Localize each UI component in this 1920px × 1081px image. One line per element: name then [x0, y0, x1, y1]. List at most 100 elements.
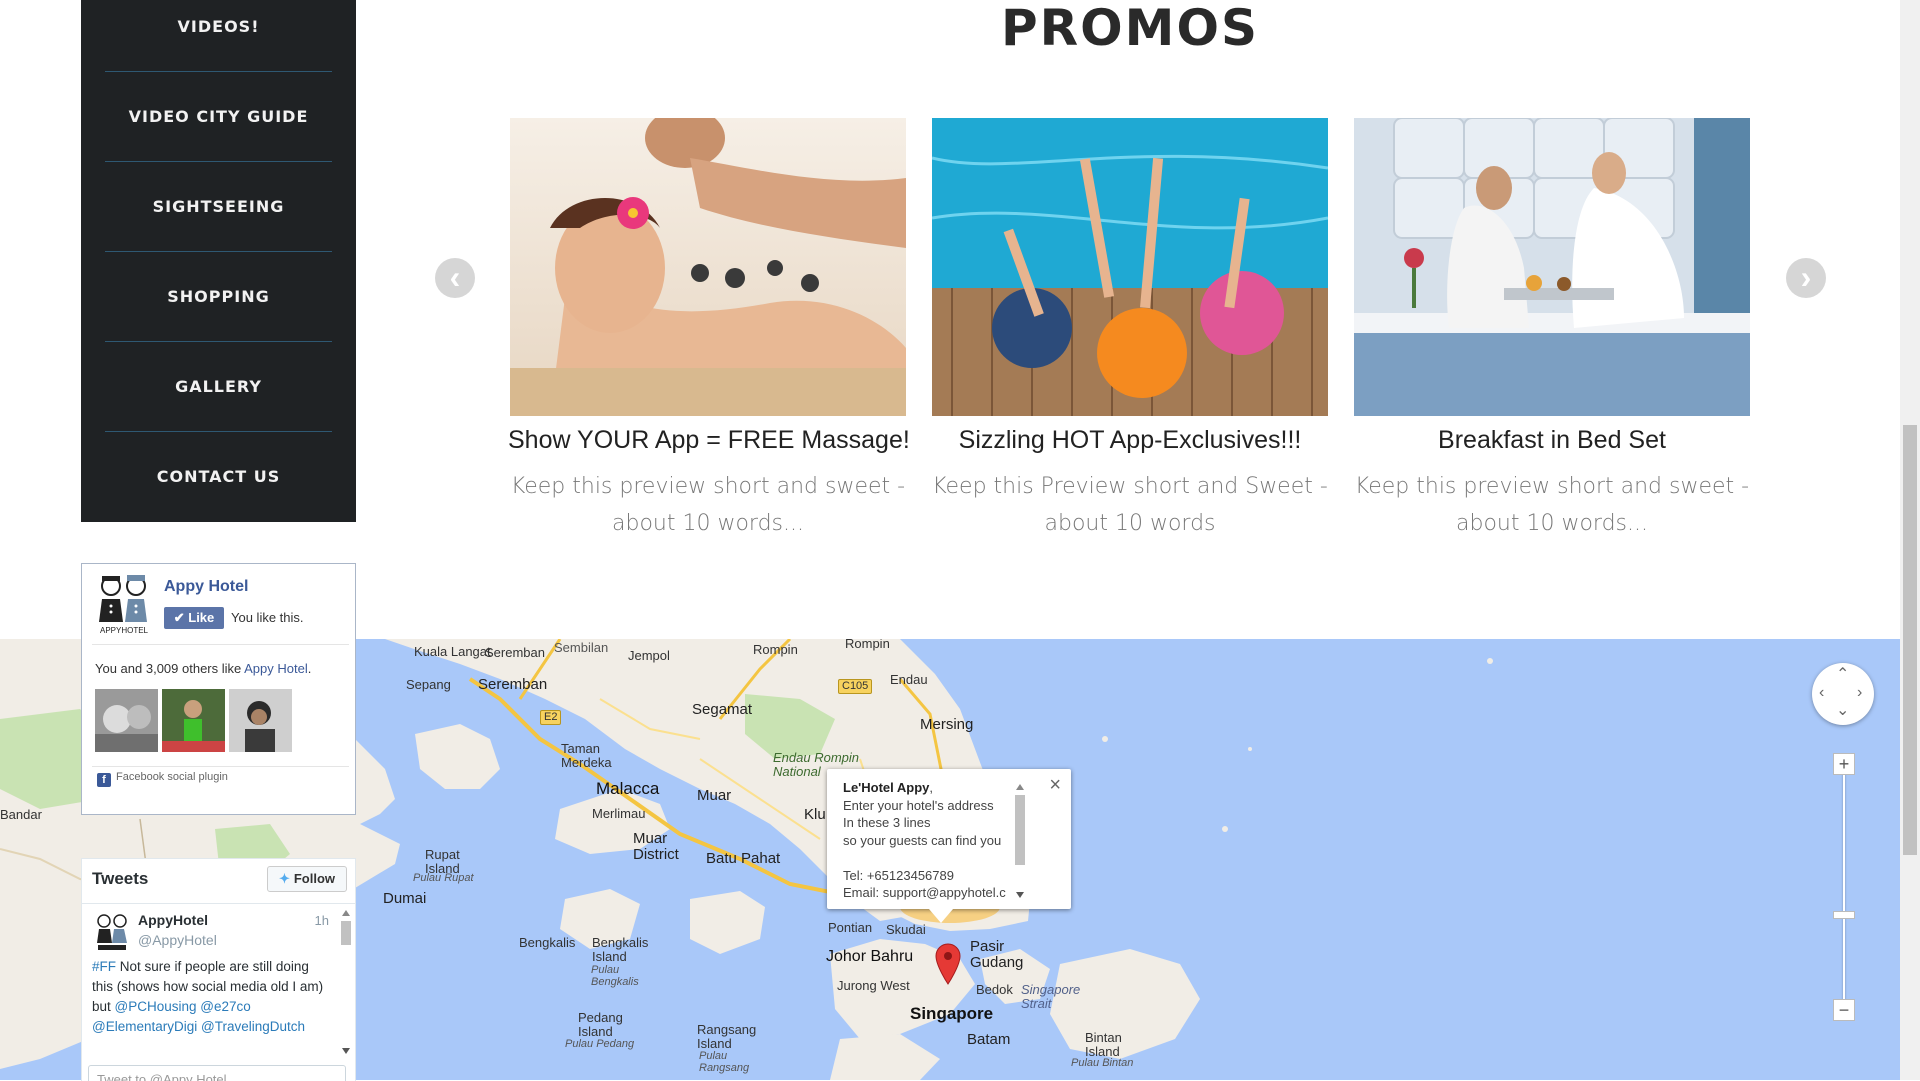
- nav-item-shopping[interactable]: SHOPPING: [105, 270, 332, 360]
- fb-social-plugin-label[interactable]: f Facebook social plugin: [97, 771, 228, 787]
- pan-control[interactable]: ⌃ ⌄ ‹ ›: [1812, 663, 1874, 725]
- map-label: Singapore: [910, 1004, 994, 1023]
- map-label: Pasir Gudang: [970, 938, 1024, 971]
- follow-label: Follow: [293, 871, 336, 886]
- nav-separator: [105, 251, 332, 252]
- highway-shield: C105: [838, 679, 873, 694]
- tweets-scrollbar[interactable]: [339, 907, 353, 1057]
- map-label: Johor Bahru: [826, 948, 914, 965]
- fb-like-label: Like: [188, 610, 215, 625]
- map-label: Pedang Island: [578, 1010, 623, 1039]
- tweet-mention[interactable]: @TravelingDutch: [201, 1019, 305, 1034]
- promo-title[interactable]: Show YOUR App = FREE Massage!: [508, 422, 910, 458]
- promo-image-massage[interactable]: [510, 118, 906, 416]
- tweet-mention[interactable]: @ElementaryDigi: [92, 1019, 197, 1034]
- map-label: Bandar: [0, 807, 42, 822]
- fb-count-link[interactable]: Appy Hotel: [244, 661, 308, 676]
- chevron-right-icon[interactable]: ›: [1786, 258, 1826, 298]
- fb-like-button[interactable]: ✔ Like: [164, 607, 224, 629]
- map-label: Singapore Strait: [1021, 982, 1081, 1011]
- info-window-line: Email: support@appyhotel.c: [843, 885, 1006, 900]
- tweets-title: Tweets: [92, 869, 149, 888]
- map-label: Sepang: [406, 677, 451, 692]
- divider: [92, 766, 349, 767]
- zoom-slider-handle[interactable]: [1833, 911, 1855, 919]
- check-icon: ✔: [173, 610, 185, 625]
- map-label: Pulau Pedang: [565, 1038, 635, 1050]
- promo-card[interactable]: Show YOUR App = FREE Massage! Keep this …: [508, 118, 910, 542]
- follow-button[interactable]: ✦ Follow: [267, 866, 347, 892]
- pan-right-icon[interactable]: ›: [1857, 685, 1862, 701]
- nav-item-label: GALLERY: [175, 377, 262, 396]
- nav-item-sightseeing[interactable]: SIGHTSEEING: [105, 180, 332, 270]
- promo-description: Keep this preview short and sweet - abou…: [510, 474, 906, 536]
- tweet-author-handle[interactable]: @AppyHotel: [138, 932, 217, 948]
- nav-item-contact-us[interactable]: CONTACT US: [105, 450, 332, 540]
- map-label: Skudai: [886, 922, 926, 937]
- map-label: Jempol: [628, 648, 670, 663]
- pan-up-icon[interactable]: ⌃: [1836, 667, 1849, 683]
- promo-card[interactable]: Sizzling HOT App-Exclusives!!! Keep this…: [930, 118, 1330, 542]
- tweet-mention[interactable]: @PCHousing: [115, 999, 197, 1014]
- nav-item-videos[interactable]: VIDEOS!: [105, 0, 332, 90]
- tweet-author-avatar[interactable]: [94, 913, 130, 951]
- promo-title[interactable]: Sizzling HOT App-Exclusives!!!: [930, 422, 1330, 458]
- map-label: Muar: [697, 787, 732, 804]
- map-label: Batam: [967, 1031, 1011, 1048]
- map-info-window: Le'Hotel Appy, Enter your hotel's addres…: [827, 769, 1071, 923]
- map-label: Pulau Bengkalis: [591, 964, 639, 988]
- map-label: Jurong West: [837, 978, 910, 993]
- map-label: Batu Pahat: [706, 850, 781, 867]
- map-label: Pulau Rupat: [413, 872, 474, 884]
- map-label: Bedok: [976, 982, 1013, 997]
- appy-hotel-logo[interactable]: APPYHOTEL: [94, 574, 154, 636]
- fb-page-name[interactable]: Appy Hotel: [164, 578, 248, 596]
- page-scrollbar-thumb[interactable]: [1903, 425, 1917, 855]
- fb-you-like-text: You like this.: [231, 610, 304, 625]
- divider: [92, 644, 349, 645]
- nav-item-label: SHOPPING: [167, 287, 270, 306]
- nav-item-label: VIDEO CITY GUIDE: [128, 107, 309, 126]
- tweet-author-name[interactable]: AppyHotel: [138, 912, 208, 928]
- fb-count-prefix: You and 3,009 others like: [95, 661, 245, 676]
- map-label: Segamat: [692, 701, 753, 718]
- twitter-timeline: Tweets ✦ Follow AppyHotel @AppyHotel 1h #…: [81, 858, 356, 1081]
- info-window-title: Le'Hotel Appy: [843, 780, 930, 795]
- map-marker-icon[interactable]: [933, 942, 963, 986]
- info-window-line: In these 3 lines: [843, 815, 931, 830]
- map-label: Pulau Bintan: [1071, 1057, 1134, 1069]
- zoom-out-button[interactable]: −: [1833, 999, 1855, 1021]
- page-scrollbar[interactable]: [1900, 0, 1920, 1080]
- tweet-timestamp[interactable]: 1h: [315, 913, 329, 928]
- pan-down-icon[interactable]: ⌄: [1836, 703, 1849, 719]
- tweet-hashtag[interactable]: #FF: [92, 959, 116, 974]
- promo-image-breakfast[interactable]: [1354, 118, 1750, 416]
- fb-face-avatar[interactable]: [162, 689, 225, 752]
- promo-image-pool[interactable]: [932, 118, 1328, 416]
- map-label: Sembilan: [554, 640, 609, 655]
- chevron-left-icon[interactable]: ‹: [435, 258, 475, 298]
- map-label: Muar District: [633, 830, 679, 863]
- nav-item-label: VIDEOS!: [177, 17, 260, 36]
- nav-item-video-city-guide[interactable]: VIDEO CITY GUIDE: [105, 90, 332, 180]
- promo-card[interactable]: Breakfast in Bed Set Keep this preview s…: [1352, 118, 1752, 542]
- tweet-mention[interactable]: @e27co: [200, 999, 251, 1014]
- zoom-in-button[interactable]: +: [1833, 753, 1855, 775]
- promo-description: Keep this Preview short and Sweet - abou…: [932, 474, 1328, 536]
- map-label: Rangsang Island: [697, 1022, 757, 1051]
- fb-face-avatar[interactable]: [95, 689, 158, 752]
- map-label: Seremban: [478, 676, 548, 693]
- info-window-scrollbar[interactable]: [1013, 781, 1027, 901]
- promo-title[interactable]: Breakfast in Bed Set: [1352, 422, 1752, 458]
- twitter-bird-icon: ✦: [278, 871, 290, 886]
- pan-left-icon[interactable]: ‹: [1819, 685, 1824, 701]
- nav-item-gallery[interactable]: GALLERY: [105, 360, 332, 450]
- fb-face-avatar[interactable]: [229, 689, 292, 752]
- map-label: Rompin: [845, 639, 890, 651]
- map-label: Taman Merdeka: [561, 741, 612, 770]
- close-icon[interactable]: ×: [1049, 775, 1061, 795]
- zoom-track[interactable]: [1843, 763, 1845, 1013]
- map-label: Pulau Rangsang: [699, 1050, 750, 1074]
- map-label: Klu: [804, 806, 826, 823]
- tweet-compose-input[interactable]: Tweet to @Appy Hotel: [88, 1065, 346, 1081]
